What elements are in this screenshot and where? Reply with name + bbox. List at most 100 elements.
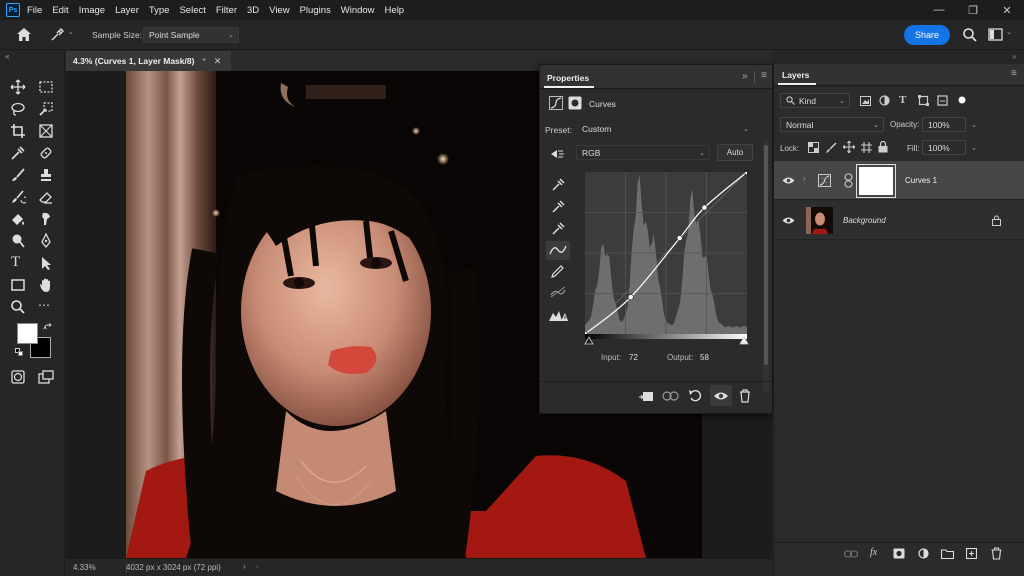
background-layer-thumbnail[interactable] (806, 207, 833, 234)
lock-pixels-icon[interactable] (826, 142, 837, 153)
layer-name[interactable]: Curves 1 (905, 176, 937, 185)
history-brush-icon[interactable] (10, 189, 26, 205)
hand-tool-icon[interactable] (38, 277, 54, 293)
home-icon[interactable] (16, 27, 32, 42)
foreground-color-swatch[interactable] (17, 323, 38, 344)
new-group-icon[interactable] (941, 548, 954, 559)
collapse-panel-icon[interactable]: » (742, 71, 748, 82)
layers-title[interactable]: Layers (782, 70, 809, 80)
collapse-panels-arrow-icon[interactable]: » (1012, 52, 1016, 61)
collapse-toolbar-arrow-icon[interactable]: « (5, 52, 9, 61)
chevron-down-icon[interactable]: ⌄ (971, 144, 977, 152)
menu-image[interactable]: Image (79, 5, 105, 16)
menu-select[interactable]: Select (179, 5, 205, 16)
sample-highlights-eyedropper-icon[interactable] (550, 221, 566, 235)
preset-dropdown[interactable]: Custom ⌄ (576, 121, 754, 136)
pen-tool-icon[interactable] (38, 233, 54, 249)
mask-link-icon[interactable] (844, 173, 853, 188)
lock-position-icon[interactable] (843, 141, 855, 153)
menu-file[interactable]: File (27, 5, 42, 16)
toggle-visibility-button[interactable] (710, 385, 732, 406)
zoom-level[interactable]: 4.33% (73, 563, 96, 572)
filter-toggle-icon[interactable] (956, 94, 968, 106)
filter-type-icon[interactable]: T (899, 94, 906, 106)
quick-mask-icon[interactable] (10, 369, 26, 385)
close-icon[interactable]: ✕ (990, 0, 1024, 20)
point-mode-button[interactable] (546, 241, 570, 260)
search-icon[interactable] (962, 27, 978, 43)
paint-bucket-icon[interactable] (10, 211, 26, 227)
lock-artboard-icon[interactable] (861, 142, 872, 153)
photoshop-logo[interactable]: Ps (6, 3, 20, 17)
target-adjustment-tool-icon[interactable] (549, 147, 565, 161)
auto-button[interactable]: Auto (717, 144, 753, 161)
fill-field[interactable]: 100% ⌄ (922, 140, 977, 155)
restore-icon[interactable]: ❐ (956, 0, 990, 20)
brush-tool-icon[interactable] (10, 167, 26, 183)
smooth-curve-icon[interactable] (550, 285, 566, 299)
document-tab[interactable]: 4.3% (Curves 1, Layer Mask/8) * ✕ (66, 51, 231, 71)
curves-graph-svg[interactable] (585, 172, 747, 334)
new-layer-icon[interactable] (966, 548, 977, 559)
screen-mode-icon[interactable] (38, 369, 54, 385)
menu-edit[interactable]: Edit (52, 5, 68, 16)
pencil-draw-icon[interactable] (550, 264, 566, 278)
output-value[interactable]: 58 (700, 353, 709, 362)
layer-row-background[interactable]: Background (774, 201, 1024, 240)
lock-transparent-icon[interactable] (808, 142, 819, 153)
curve-point[interactable] (701, 204, 708, 211)
delete-adjustment-icon[interactable] (739, 389, 751, 403)
lasso-tool-icon[interactable] (10, 101, 26, 117)
curves-graph[interactable] (585, 172, 747, 334)
menu-3d[interactable]: 3D (247, 5, 259, 16)
menu-window[interactable]: Window (341, 5, 375, 16)
eye-icon[interactable] (782, 176, 795, 185)
zoom-tool-icon[interactable] (10, 299, 26, 315)
white-point-slider-icon[interactable] (739, 336, 749, 345)
menu-plugins[interactable]: Plugins (300, 5, 331, 16)
object-selection-tool-icon[interactable] (38, 101, 54, 117)
type-tool-icon[interactable]: T (11, 254, 27, 270)
menu-type[interactable]: Type (149, 5, 170, 16)
curve-point[interactable] (676, 235, 683, 241)
menu-help[interactable]: Help (385, 5, 405, 16)
channel-dropdown[interactable]: RGB ⌄ (576, 145, 710, 160)
layer-filter-dropdown[interactable]: Kind ⌄ (780, 93, 850, 108)
eyedropper-icon[interactable] (10, 145, 26, 161)
lock-all-icon[interactable] (878, 141, 888, 153)
default-colors-icon[interactable] (15, 348, 23, 356)
move-tool-icon[interactable] (10, 79, 26, 95)
view-previous-state-icon[interactable] (662, 389, 680, 403)
layer-row-curves-1[interactable]: › Curves 1 (774, 161, 1024, 200)
filter-pixel-icon[interactable] (860, 96, 871, 106)
frame-tool-icon[interactable] (38, 123, 54, 139)
swap-colors-icon[interactable] (43, 323, 53, 333)
layer-mask-thumbnail[interactable] (856, 164, 896, 198)
add-mask-icon[interactable] (893, 548, 905, 559)
layers-menu-icon[interactable]: ≡ (1011, 68, 1017, 79)
properties-scrollbar[interactable] (763, 141, 769, 391)
eye-icon[interactable] (782, 216, 795, 225)
clip-to-layer-icon[interactable] (638, 389, 654, 403)
layer-style-fx-icon[interactable]: fx (870, 547, 877, 558)
sample-shadows-eyedropper-icon[interactable] (550, 177, 566, 191)
tool-preset-chevron-icon[interactable]: ⌄ (68, 28, 74, 36)
blend-mode-dropdown[interactable]: Normal ⌄ (780, 117, 884, 132)
new-adjustment-layer-icon[interactable] (918, 548, 929, 559)
clipping-warning-icon[interactable] (548, 308, 568, 322)
chevron-down-icon[interactable]: ⌄ (971, 121, 977, 129)
close-tab-icon[interactable]: ✕ (214, 56, 222, 67)
share-button[interactable]: Share (904, 25, 950, 45)
stamp-tool-icon[interactable] (38, 167, 54, 183)
filter-adjustment-icon[interactable] (879, 95, 890, 106)
crop-tool-icon[interactable] (10, 123, 26, 139)
link-layers-icon[interactable] (844, 549, 858, 559)
workspace-chevron-icon[interactable]: ⌄ (1006, 28, 1012, 36)
opacity-field[interactable]: 100% ⌄ (922, 117, 977, 132)
more-tools-icon[interactable]: ⋯ (38, 298, 54, 314)
input-value[interactable]: 72 (629, 353, 638, 362)
black-point-slider-icon[interactable] (584, 336, 594, 345)
curve-point[interactable] (627, 294, 634, 301)
smudge-tool-icon[interactable] (38, 211, 54, 227)
menu-filter[interactable]: Filter (216, 5, 237, 16)
